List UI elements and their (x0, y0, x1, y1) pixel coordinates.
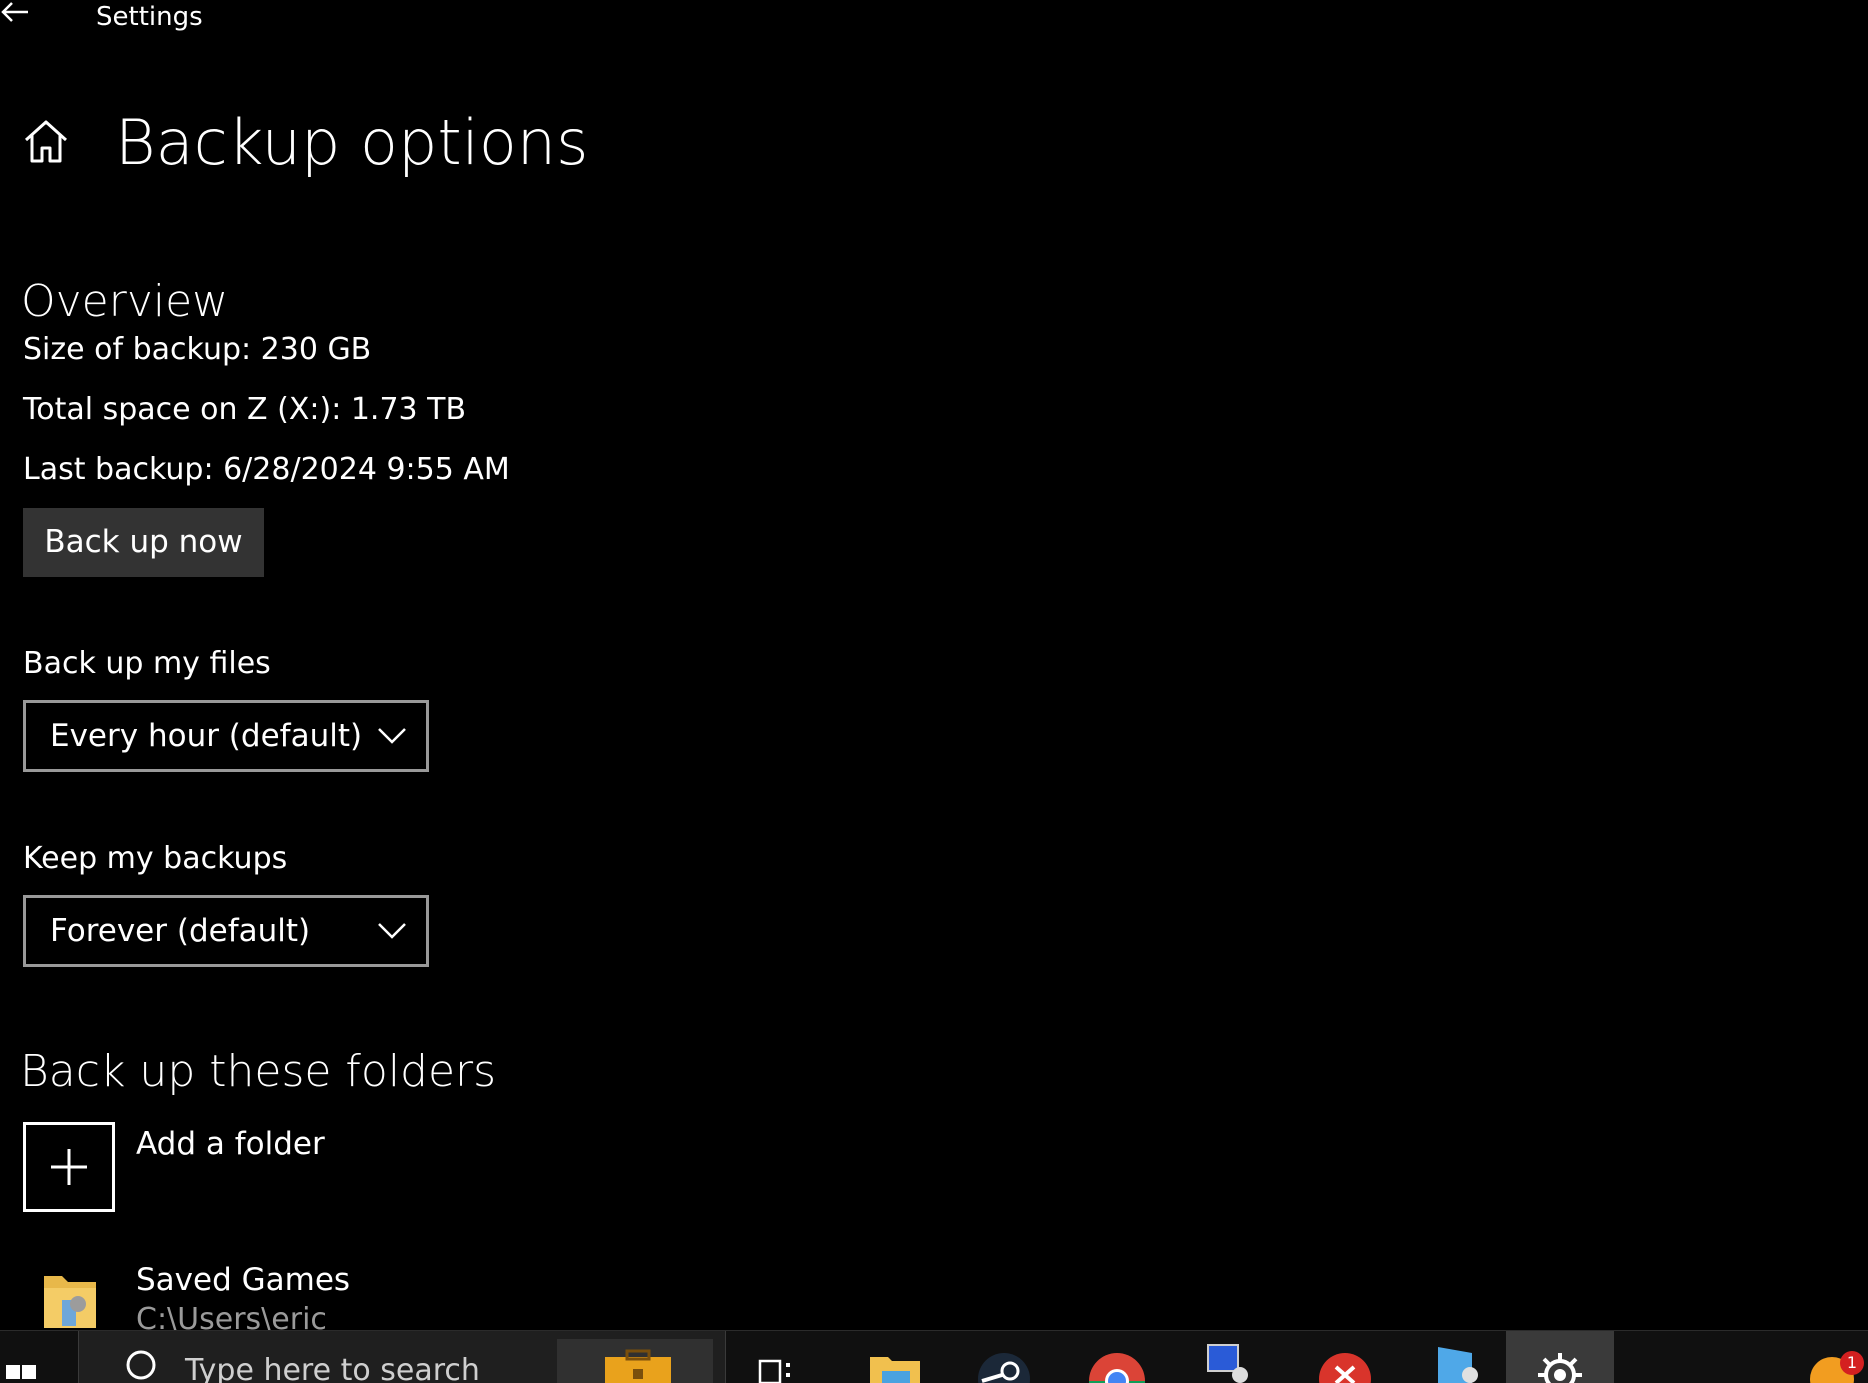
search-icon (126, 1350, 156, 1380)
folders-heading: Back up these folders (20, 1046, 497, 1097)
app-icon (1438, 1347, 1478, 1383)
anydesk-button[interactable] (1310, 1331, 1380, 1383)
home-icon[interactable] (22, 118, 70, 166)
chevron-down-icon (378, 728, 406, 744)
retention-dropdown[interactable]: Forever (default) (23, 895, 429, 967)
chrome-button[interactable] (1082, 1331, 1152, 1383)
search-highlight (557, 1339, 713, 1383)
page-title: Backup options (115, 106, 589, 179)
task-view-button[interactable] (746, 1331, 816, 1383)
settings-icon (1538, 1353, 1582, 1383)
briefcase-icon (605, 1349, 671, 1383)
settings-taskbar-button[interactable] (1506, 1331, 1614, 1383)
folder-icon (40, 1270, 100, 1332)
steam-button[interactable] (968, 1331, 1038, 1383)
folder-name: Saved Games (136, 1262, 351, 1298)
folder-item[interactable]: Saved Games C:\Users\eric (136, 1260, 350, 1340)
task-view-icon (758, 1359, 790, 1383)
retention-selected: Forever (default) (50, 913, 311, 949)
anydesk-icon (1319, 1353, 1371, 1383)
overview-heading: Overview (21, 276, 229, 327)
last-backup: Last backup: 6/28/2024 9:55 AM (23, 452, 510, 487)
notification-badge: 1 (1840, 1351, 1864, 1375)
file-explorer-button[interactable] (860, 1331, 930, 1383)
frequency-dropdown[interactable]: Every hour (default) (23, 700, 429, 772)
plus-icon (51, 1149, 87, 1185)
network-computer-button[interactable] (1196, 1331, 1266, 1383)
chrome-icon (1089, 1353, 1145, 1383)
windows-start-icon (6, 1365, 36, 1379)
search-placeholder: Type here to search (185, 1353, 480, 1383)
start-button[interactable] (0, 1331, 78, 1383)
total-space: Total space on Z (X:): 1.73 TB (23, 392, 467, 427)
taskbar: Type here to search 1 (0, 1330, 1868, 1383)
chevron-down-icon (378, 923, 406, 939)
window-title: Settings (96, 2, 203, 32)
file-explorer-icon (870, 1357, 920, 1383)
backup-size: Size of backup: 230 GB (23, 332, 372, 367)
frequency-label: Back up my files (23, 646, 271, 681)
app-button[interactable] (1424, 1331, 1494, 1383)
taskbar-search-box[interactable]: Type here to search (78, 1331, 726, 1383)
back-up-now-button[interactable]: Back up now (23, 508, 264, 577)
network-computer-icon (1207, 1344, 1248, 1383)
add-folder-button[interactable] (23, 1122, 115, 1212)
chat-button[interactable]: 1 (1796, 1331, 1866, 1383)
frequency-selected: Every hour (default) (50, 718, 363, 754)
add-folder-label[interactable]: Add a folder (136, 1124, 325, 1164)
retention-label: Keep my backups (23, 841, 288, 876)
steam-icon (978, 1353, 1030, 1383)
back-button[interactable] (0, 0, 36, 30)
back-arrow-icon (1, 2, 28, 22)
